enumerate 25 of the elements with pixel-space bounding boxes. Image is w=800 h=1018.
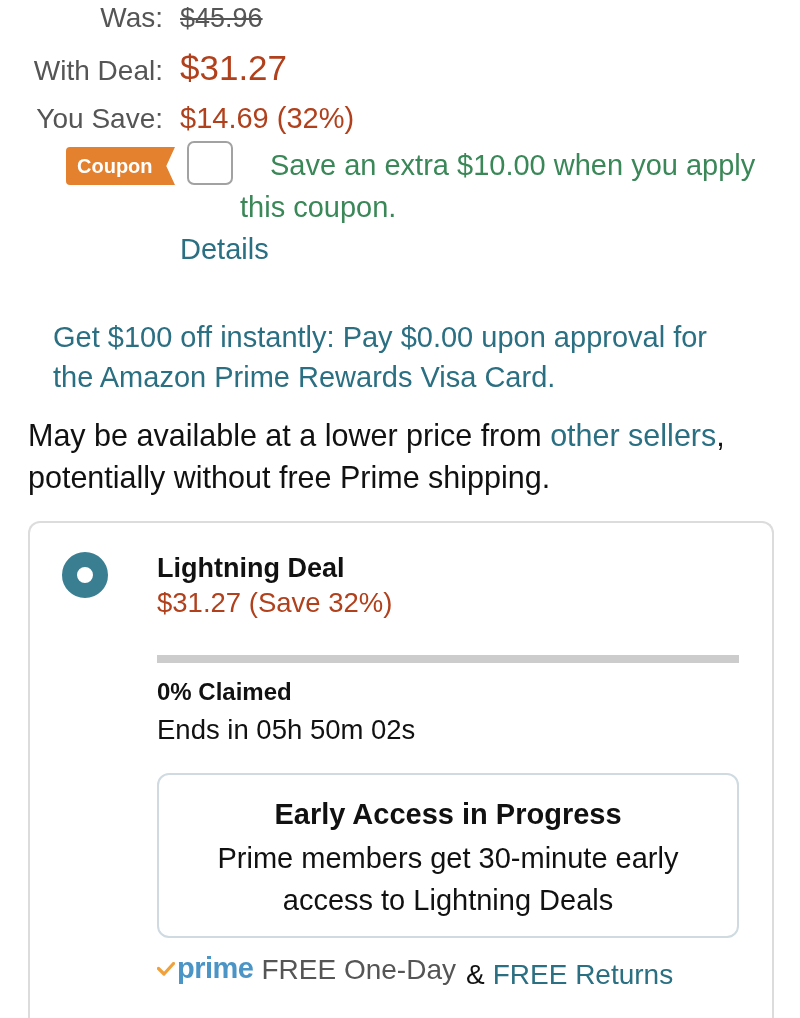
free-returns-link[interactable]: FREE Returns — [492, 958, 674, 992]
savings-amount: $14.69 (32%) — [180, 101, 355, 136]
was-price: $45.96 — [180, 2, 263, 35]
early-access-title: Early Access in Progress — [273, 797, 623, 832]
deal-countdown: Ends in 05h 50m 02s — [157, 713, 417, 747]
claimed-percent: 0% Claimed — [157, 677, 293, 707]
coupon-checkbox[interactable] — [187, 141, 233, 185]
check-icon — [157, 962, 175, 976]
price-label: With Deal: — [32, 54, 163, 88]
price-label: You Save: — [35, 102, 163, 136]
radio-button[interactable] — [62, 552, 108, 598]
deal-price: $31.27 — [180, 50, 288, 86]
other-sellers-link[interactable]: other sellers — [550, 418, 717, 452]
coupon-badge: Coupon — [66, 147, 175, 185]
coupon-offer-text: Save an extra $10.00 when you apply this coupon. — [240, 148, 757, 225]
price-label: Was: — [99, 1, 163, 35]
deal-title: Lightning Deal — [157, 552, 346, 585]
shipping-label: FREE One-Day — [261, 953, 456, 987]
deal-price: $31.27 (Save 32%) — [157, 586, 394, 620]
separator-text: & — [466, 958, 485, 992]
details-link[interactable]: Details — [180, 228, 269, 270]
availability-note: May be available at a lower price from other sellers, potentially without free Prime shipping. — [28, 417, 726, 497]
prime-logo-text: prime — [177, 951, 254, 985]
early-access-message: Prime members get 30-minute early access to Lightning Deals — [216, 841, 680, 918]
card-offer-link[interactable]: Get $100 off instantly: Pay $0.00 upon approval for the Amazon Prime Rewards Visa Card. — [53, 317, 733, 397]
